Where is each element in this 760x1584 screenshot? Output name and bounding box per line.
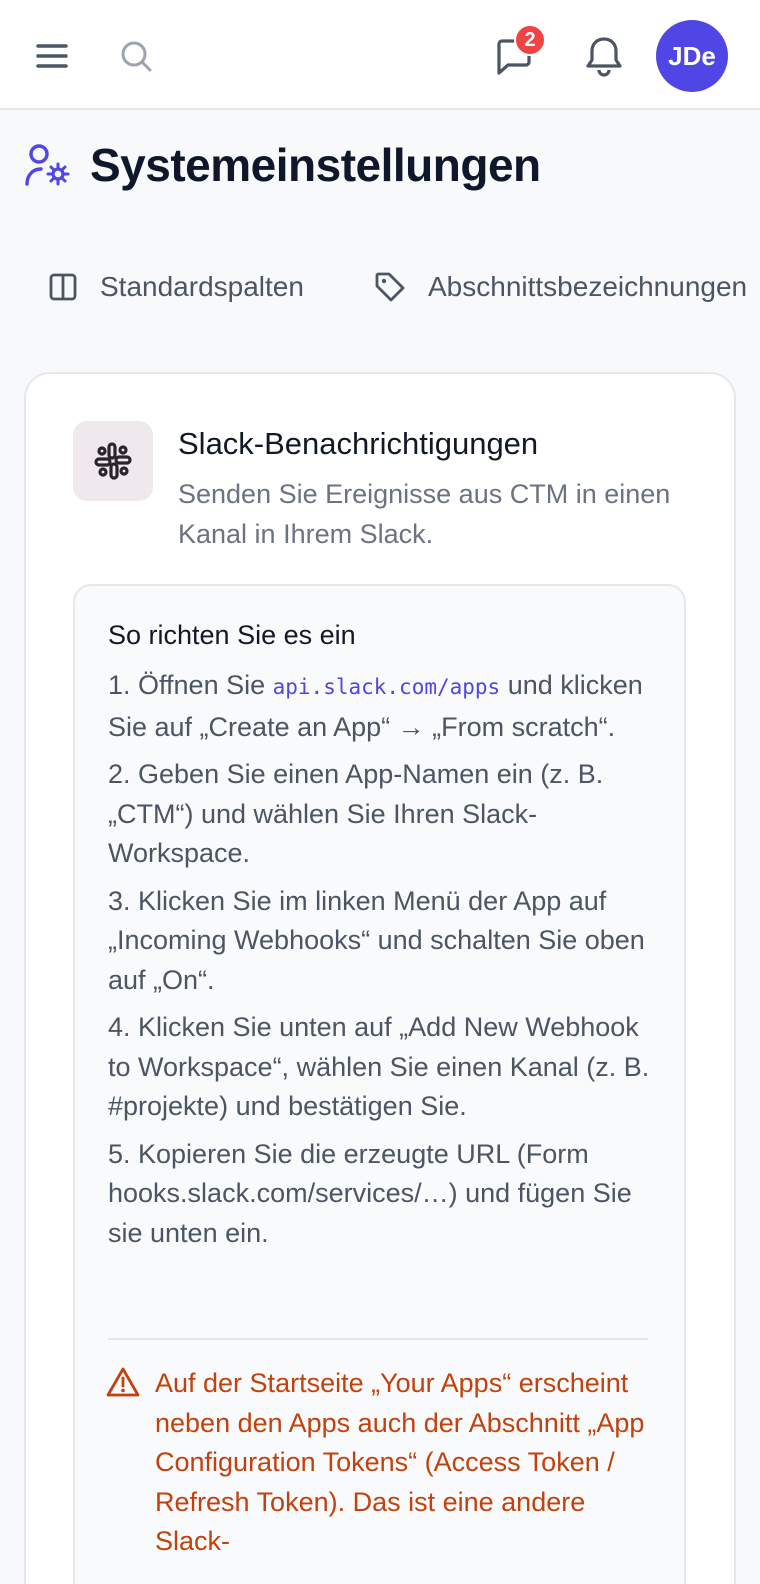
user-settings-icon xyxy=(25,144,70,186)
bell-icon xyxy=(586,37,622,77)
card-description: Senden Sie Ereignisse aus CTM in einen K… xyxy=(178,479,671,549)
search-icon xyxy=(121,41,152,72)
notification-badge: 2 xyxy=(514,24,546,56)
step-1: 1. Öffnen Sie api.slack.com/apps und kli… xyxy=(108,666,660,747)
slack-logo xyxy=(73,421,153,501)
tab-label: Abschnittsbezeichnungen xyxy=(428,271,748,302)
step-5: 5. Kopieren Sie die erzeugte URL (Form h… xyxy=(108,1138,632,1248)
tab-abschnittsbezeichnungen[interactable]: Abschnittsbezeichnungen xyxy=(374,262,747,312)
tab-label: Standardspalten xyxy=(100,271,304,302)
search-button[interactable] xyxy=(112,32,160,80)
warning-text: Auf der Startseite „Your Apps“ erscheint… xyxy=(155,1368,645,1556)
instructions-title: So richten Sie es ein xyxy=(108,620,356,650)
slack-icon xyxy=(94,442,132,480)
notifications-button[interactable] xyxy=(578,30,630,82)
slack-api-link[interactable]: api.slack.com/apps xyxy=(273,675,501,699)
step-text: 1. Öffnen Sie xyxy=(108,670,273,700)
warning-icon xyxy=(106,1367,140,1397)
top-bar: 2 JDe xyxy=(0,0,760,110)
step-2: 2. Geben Sie einen App-Namen ein (z. B. … xyxy=(108,759,604,868)
page-title: Systemeinstellungen xyxy=(90,139,541,191)
instructions-steps: 1. Öffnen Sie api.slack.com/apps und kli… xyxy=(108,666,660,1261)
tag-icon xyxy=(375,272,405,302)
divider xyxy=(108,1338,648,1340)
menu-button[interactable] xyxy=(28,32,76,80)
page-header: Systemeinstellungen xyxy=(24,138,541,192)
columns-icon xyxy=(49,273,77,301)
step-4: 4. Klicken Sie unten auf „Add New Webhoo… xyxy=(108,1012,650,1121)
card-title: Slack-Benachrichtigungen xyxy=(178,426,539,461)
menu-icon xyxy=(36,44,68,68)
avatar[interactable]: JDe xyxy=(656,20,728,92)
step-3: 3. Klicken Sie im linken Menü der App au… xyxy=(108,885,645,995)
settings-tabs: Standardspalten Abschnittsbezeichnungen xyxy=(0,262,760,312)
tab-standardspalten[interactable]: Standardspalten xyxy=(48,262,304,312)
